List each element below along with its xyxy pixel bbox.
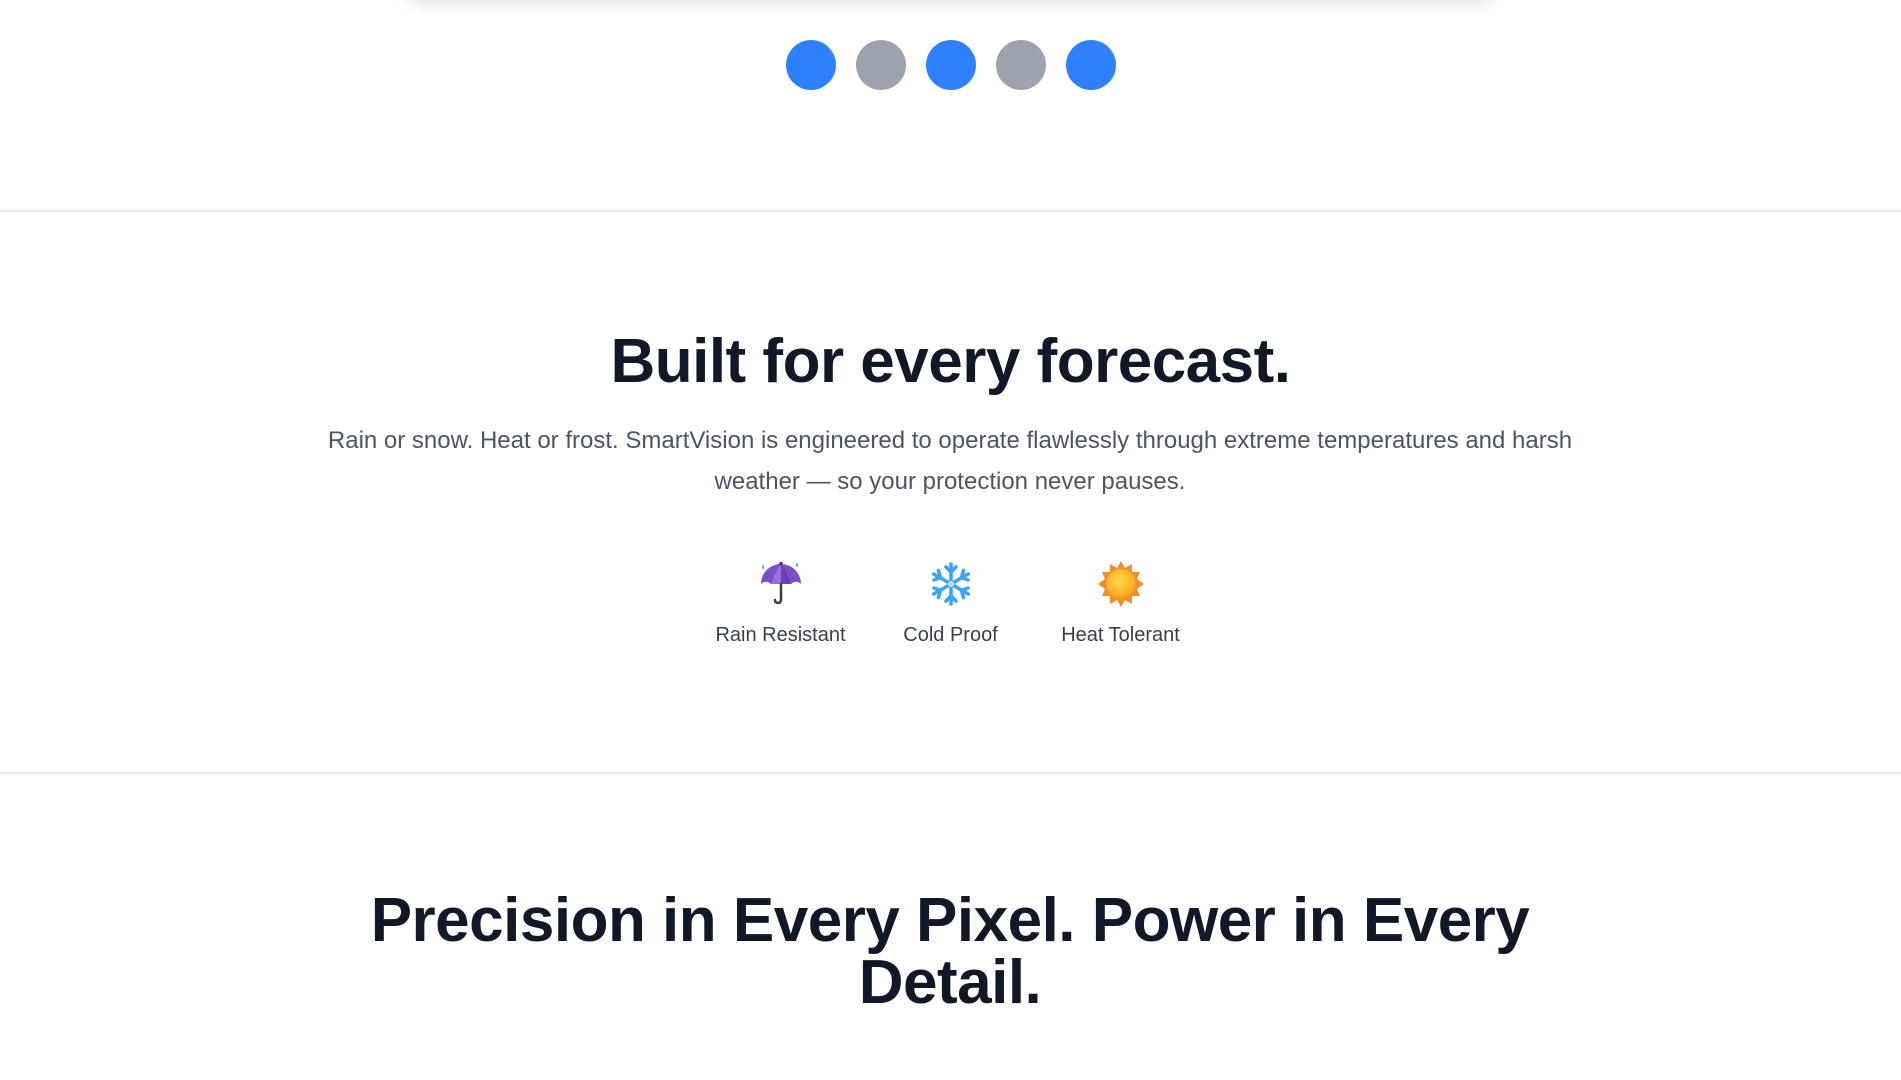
section-divider [0,772,1901,774]
carousel-dot-2[interactable] [855,40,906,90]
page: Built for every forecast. Rain or snow. … [0,0,1901,1080]
sun-icon [1097,561,1144,607]
feature-cold-proof: Cold Proof [886,560,1016,647]
weather-section: Built for every forecast. Rain or snow. … [0,212,1901,772]
carousel-dot-1[interactable] [785,40,836,90]
feature-label: Rain Resistant [715,624,846,646]
precision-section-title: Precision in Every Pixel. Power in Every… [370,886,1530,1017]
feature-rain-resistant: Rain Resistant [715,560,846,647]
carousel-pagination [0,40,1901,90]
carousel-dot-4[interactable] [995,40,1046,90]
feature-heat-tolerant: Heat Tolerant [1056,560,1186,647]
weather-feature-list: Rain Resistant Cold Proof Heat Tolerant [0,560,1901,647]
feature-label: Cold Proof [903,624,998,646]
weather-section-title: Built for every forecast. [610,327,1291,396]
carousel-dot-5[interactable] [1065,40,1116,90]
carousel-dot-3[interactable] [925,40,976,90]
feature-label: Heat Tolerant [1061,624,1180,646]
weather-section-description: Rain or snow. Heat or frost. SmartVision… [327,427,1573,495]
umbrella-rain-icon [760,561,801,605]
snowflake-icon [931,562,970,606]
